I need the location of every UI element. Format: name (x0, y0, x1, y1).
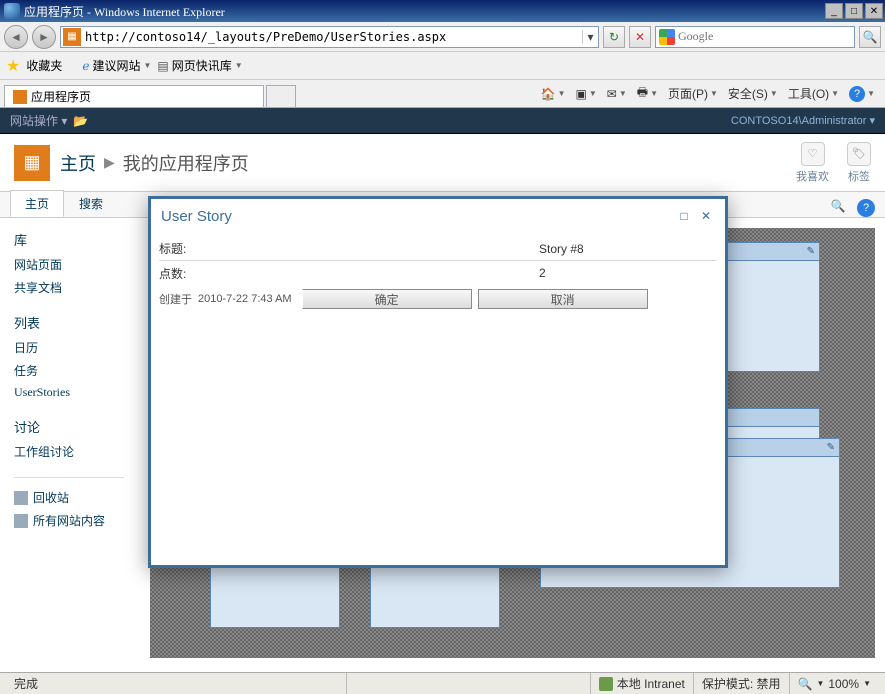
url-input[interactable] (83, 30, 582, 44)
recycle-icon (14, 491, 28, 505)
breadcrumb-home[interactable]: 主页 (60, 150, 96, 176)
card-edit-icon[interactable]: ✎ (827, 442, 835, 453)
site-icon: ▦ (63, 28, 81, 46)
address-dropdown[interactable]: ▾ (582, 30, 598, 44)
nav-team-discussion[interactable]: 工作组讨论 (14, 440, 140, 463)
like-button[interactable]: ♡ 我喜欢 (796, 142, 829, 184)
search-input[interactable] (678, 29, 854, 44)
breadcrumb-current: 我的应用程序页 (123, 150, 249, 176)
search-go-button[interactable]: 🔍 (859, 26, 881, 48)
web-slice-link[interactable]: ▤ 网页快讯库 ▼ (157, 57, 242, 74)
card-edit-icon[interactable]: ✎ (807, 246, 815, 257)
favorites-label[interactable]: 收藏夹 (26, 57, 62, 74)
tab-active[interactable]: 应用程序页 (4, 85, 264, 107)
nav-lists-header[interactable]: 列表 (14, 313, 140, 332)
sharepoint-ribbon: 网站操作 ▾ 📂 CONTOSO14\Administrator ▾ (0, 108, 885, 134)
page-menu[interactable]: 页面(P)▼ (668, 85, 718, 102)
sp-tab-search[interactable]: 搜索 (64, 190, 118, 217)
user-story-dialog: User Story □ ✕ 标题: Story #8 点数: 2 创建于 20… (148, 196, 728, 568)
cancel-button[interactable]: 取消 (478, 289, 648, 309)
nav-calendar[interactable]: 日历 (14, 336, 140, 359)
refresh-button[interactable]: ↻ (603, 26, 625, 48)
maximize-button[interactable]: □ (845, 3, 863, 19)
created-label: 创建于 (159, 291, 192, 307)
google-icon (659, 29, 675, 45)
window-titlebar: 应用程序页 - Windows Internet Explorer _ □ ✕ (0, 0, 885, 22)
forward-button[interactable]: ► (32, 25, 56, 49)
breadcrumb: 主页 ▶ 我的应用程序页 (60, 150, 249, 176)
nav-site-pages[interactable]: 网站页面 (14, 253, 140, 276)
search-bar[interactable] (655, 26, 855, 48)
help-menu[interactable]: ?▼ (849, 86, 875, 102)
like-label: 我喜欢 (796, 168, 829, 184)
home-menu[interactable]: 🏠▼ (541, 87, 566, 101)
sharepoint-header: ▦ 主页 ▶ 我的应用程序页 ♡ 我喜欢 🏷 标签 (0, 134, 885, 192)
nav-tasks[interactable]: 任务 (14, 359, 140, 382)
breadcrumb-separator-icon: ▶ (104, 154, 115, 171)
user-menu[interactable]: CONTOSO14\Administrator ▾ (731, 114, 875, 127)
sp-search-icon[interactable]: 🔍 (827, 195, 849, 217)
stop-button[interactable]: ✕ (629, 26, 651, 48)
all-content-icon (14, 514, 28, 528)
back-button[interactable]: ◄ (4, 25, 28, 49)
sp-help-icon[interactable]: ? (857, 199, 875, 217)
print-menu[interactable]: 🖶▼ (637, 83, 658, 104)
field-points-value: 2 (539, 266, 717, 280)
tags-label: 标签 (848, 168, 870, 184)
status-zone[interactable]: 本地 Intranet (590, 673, 693, 694)
ok-button[interactable]: 确定 (302, 289, 472, 309)
favorites-star-icon[interactable]: ★ (6, 56, 20, 76)
status-zoom[interactable]: 🔍▼ 100% ▼ (789, 673, 880, 694)
window-title: 应用程序页 - Windows Internet Explorer (24, 3, 823, 20)
tags-icon: 🏷 (847, 142, 871, 166)
dialog-title: User Story (161, 208, 232, 225)
dialog-body: 标题: Story #8 点数: 2 创建于 2010-7-22 7:43 AM… (151, 233, 725, 565)
suggested-sites-label: 建议网站 (92, 57, 140, 74)
safety-menu[interactable]: 安全(S)▼ (728, 85, 778, 102)
minimize-button[interactable]: _ (825, 3, 843, 19)
nav-userstories[interactable]: UserStories (14, 382, 140, 403)
new-tab-button[interactable] (266, 85, 296, 107)
created-value: 2010-7-22 7:43 AM (198, 293, 292, 305)
like-icon: ♡ (801, 142, 825, 166)
field-title-value: Story #8 (539, 242, 717, 256)
quick-launch: 库 网站页面 共享文档 列表 日历 任务 UserStories 讨论 工作组讨… (0, 218, 140, 658)
nav-libraries-header[interactable]: 库 (14, 230, 140, 249)
nav-shared-docs[interactable]: 共享文档 (14, 276, 140, 299)
suggested-sites-link[interactable]: ℯ 建议网站 ▼ (82, 57, 151, 74)
status-bar: 完成 本地 Intranet 保护模式: 禁用 🔍▼ 100% ▼ (0, 672, 885, 694)
site-actions-menu[interactable]: 网站操作 ▾ (10, 112, 67, 129)
zone-icon (599, 677, 613, 691)
status-sep (346, 673, 386, 694)
command-bar: 🏠▼ ▣▼ ✉▼ 🖶▼ 页面(P)▼ 安全(S)▼ 工具(O)▼ ?▼ (541, 80, 881, 107)
web-slice-label: 网页快讯库 (172, 57, 232, 74)
nav-all-content[interactable]: 所有网站内容 (14, 509, 140, 532)
tab-title: 应用程序页 (31, 88, 91, 105)
close-button[interactable]: ✕ (865, 3, 883, 19)
nav-recycle-bin[interactable]: 回收站 (14, 486, 140, 509)
status-protected-mode: 保护模式: 禁用 (693, 673, 789, 694)
site-logo[interactable]: ▦ (14, 145, 50, 181)
navigate-up-icon[interactable]: 📂 (73, 114, 88, 128)
dialog-close-button[interactable]: ✕ (697, 208, 715, 224)
feeds-menu[interactable]: ▣▼ (575, 87, 596, 101)
tab-page-icon (13, 90, 27, 104)
ie-icon (4, 3, 20, 19)
dialog-titlebar: User Story □ ✕ (151, 199, 725, 233)
help-icon: ? (849, 86, 865, 102)
favorites-bar: ★ 收藏夹 ℯ 建议网站 ▼ ▤ 网页快讯库 ▼ (0, 52, 885, 80)
nav-discussions-header[interactable]: 讨论 (14, 417, 140, 436)
address-bar[interactable]: ▦ ▾ (60, 26, 599, 48)
sp-tab-home[interactable]: 主页 (10, 190, 64, 217)
field-points-label: 点数: (159, 265, 539, 282)
status-done: 完成 (6, 673, 346, 694)
field-title-label: 标题: (159, 240, 539, 257)
dialog-maximize-button[interactable]: □ (675, 208, 693, 224)
browser-navbar: ◄ ► ▦ ▾ ↻ ✕ 🔍 (0, 22, 885, 52)
tab-strip: 应用程序页 🏠▼ ▣▼ ✉▼ 🖶▼ 页面(P)▼ 安全(S)▼ 工具(O)▼ ?… (0, 80, 885, 108)
mail-menu[interactable]: ✉▼ (607, 87, 627, 101)
tools-menu[interactable]: 工具(O)▼ (788, 85, 839, 102)
tags-button[interactable]: 🏷 标签 (847, 142, 871, 184)
